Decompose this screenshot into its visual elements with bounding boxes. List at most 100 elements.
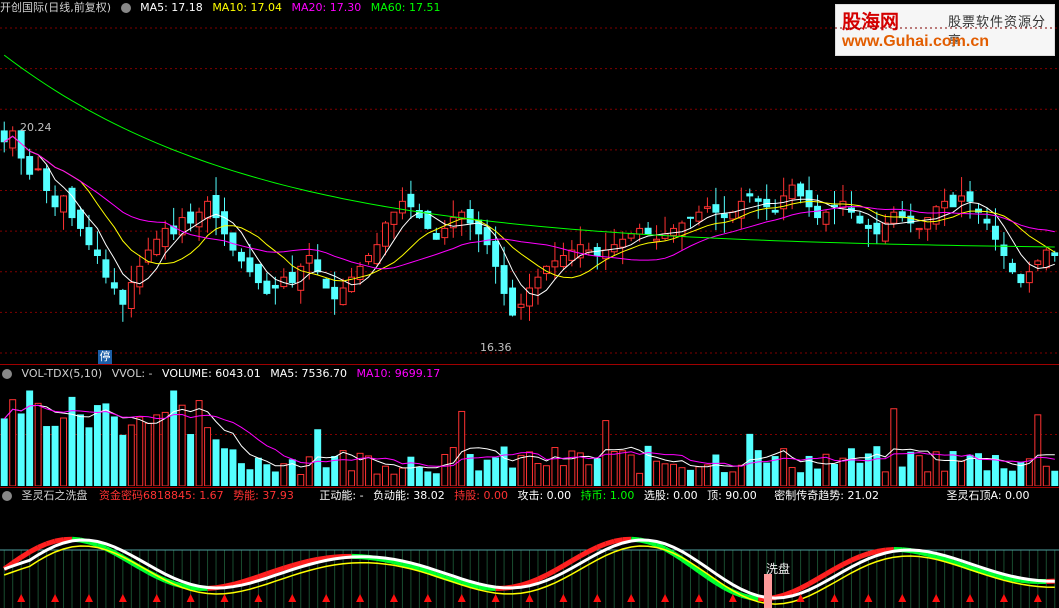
- buy-arrow-icon: [999, 594, 1008, 602]
- candle-down: [983, 218, 991, 224]
- candle-down: [492, 240, 500, 267]
- candle-down: [322, 278, 330, 289]
- ind-settings-icon[interactable]: [2, 491, 12, 501]
- indicator-rise-segment: [841, 557, 853, 567]
- candle-down: [1008, 262, 1016, 273]
- candle-down: [856, 215, 864, 224]
- candle-down: [805, 190, 813, 208]
- indicator-rise-segment: [816, 571, 828, 582]
- candle-down: [466, 209, 474, 224]
- volume-bar-down: [187, 434, 195, 486]
- candle-up: [695, 211, 703, 222]
- candle-up: [636, 227, 644, 235]
- buy-arrow-icon: [322, 594, 331, 602]
- indicator-rise-segment: [833, 562, 845, 572]
- volume-bar-up: [839, 457, 847, 486]
- indicator-rise-segment: [536, 572, 548, 582]
- buy-arrow-icon: [17, 594, 26, 602]
- indicator-rise-segment: [799, 581, 811, 591]
- buy-arrow-icon: [288, 594, 297, 602]
- volume-bar-up: [9, 399, 17, 486]
- stock-title: 开创国际(日线,前复权): [0, 1, 112, 14]
- candle-up: [627, 233, 635, 239]
- candle-down: [26, 156, 34, 175]
- indicator-fall-segment: [190, 585, 200, 591]
- price-chart[interactable]: [0, 18, 1059, 363]
- vvol-readout: VVOL: -: [111, 367, 153, 380]
- candle-down: [102, 259, 110, 278]
- indicator-rise-segment: [807, 576, 819, 586]
- vol-ma10-readout: MA10: 9699.17: [356, 367, 441, 380]
- indicator-rise-segment: [37, 541, 48, 550]
- buy-arrow-icon: [51, 594, 60, 602]
- candle-up: [1042, 249, 1050, 269]
- volume-bar-up: [780, 448, 788, 486]
- ind-f9: 顶: 90.00: [707, 489, 757, 502]
- buy-arrow-icon: [694, 594, 703, 602]
- volume-bar-down: [1008, 470, 1016, 486]
- volume-bar-down: [966, 454, 974, 486]
- candle-up: [653, 238, 661, 242]
- candle-down: [17, 130, 25, 159]
- volume-bar-down: [712, 454, 720, 486]
- candle-up: [881, 222, 889, 242]
- indicator-rise-segment: [308, 556, 319, 564]
- settings-icon[interactable]: [120, 3, 131, 13]
- volume-bar-down: [814, 468, 822, 486]
- indicator-rise-segment: [579, 549, 591, 559]
- candle-up: [788, 184, 796, 200]
- volume-bar-down: [763, 462, 771, 486]
- volume-chart[interactable]: [0, 383, 1059, 486]
- candle-down: [754, 198, 762, 202]
- volume-bar-up: [449, 447, 457, 486]
- candle-up: [382, 222, 389, 247]
- candle-down: [644, 227, 652, 235]
- volume-bar-up: [382, 465, 389, 486]
- candle-down: [746, 193, 754, 197]
- ma10-readout: MA10: 17.04: [212, 1, 283, 14]
- indicator-rise-segment: [249, 574, 260, 582]
- candle-up: [1034, 260, 1042, 266]
- volume-bar-up: [127, 424, 135, 486]
- vol-panel-header: VOL-TDX(5,10) VVOL: - VOLUME: 6043.01 MA…: [0, 366, 1059, 382]
- volume-bar-up: [703, 464, 711, 486]
- volume-bar-down: [483, 459, 491, 486]
- buy-arrow-icon: [661, 594, 670, 602]
- volume-bar-up: [627, 454, 635, 486]
- volume-bar-up: [398, 467, 406, 486]
- vol-ma5-readout: MA5: 7536.70: [270, 367, 347, 380]
- volume-bar-up: [610, 451, 618, 486]
- volume-bar-up: [297, 473, 305, 486]
- indicator-panel-header: 圣灵石之洗盘 资金密码6818845: 1.67 势能: 37.93 正动能: …: [0, 488, 1059, 504]
- candle-up: [390, 211, 398, 225]
- candle-up: [373, 244, 381, 265]
- volume-bar-down: [229, 449, 237, 486]
- indicator-rise-segment: [54, 537, 64, 544]
- volume-bar-up: [34, 402, 42, 486]
- candle-down: [407, 193, 415, 208]
- volume-bar-down: [51, 425, 59, 486]
- volume-bar-up: [390, 473, 398, 486]
- ind-f5: 持股: 0.00: [454, 489, 508, 502]
- candle-down: [68, 187, 76, 219]
- indicator-rise-segment: [859, 551, 870, 559]
- candle-up: [915, 227, 923, 231]
- indicator-rise-segment: [291, 560, 302, 568]
- indicator-rise-segment: [824, 566, 836, 577]
- volume-bar-down: [492, 457, 500, 486]
- volume-bar-up: [526, 451, 533, 486]
- volume-bar-down: [466, 454, 474, 486]
- volume-bar-up: [551, 447, 559, 486]
- vol-settings-icon[interactable]: [2, 369, 12, 379]
- volume-bar-down: [221, 448, 228, 486]
- indicator-chart[interactable]: [0, 508, 1059, 608]
- candle-down: [687, 216, 694, 219]
- buy-arrow-icon: [864, 594, 873, 602]
- candle-down: [77, 209, 84, 229]
- indicator-fall-segment: [469, 582, 480, 590]
- volume-bar-down: [797, 472, 805, 486]
- volume-bar-down: [93, 405, 101, 486]
- indicator-rise-segment: [274, 565, 285, 574]
- candle-down: [85, 227, 93, 246]
- candle-up: [517, 303, 525, 308]
